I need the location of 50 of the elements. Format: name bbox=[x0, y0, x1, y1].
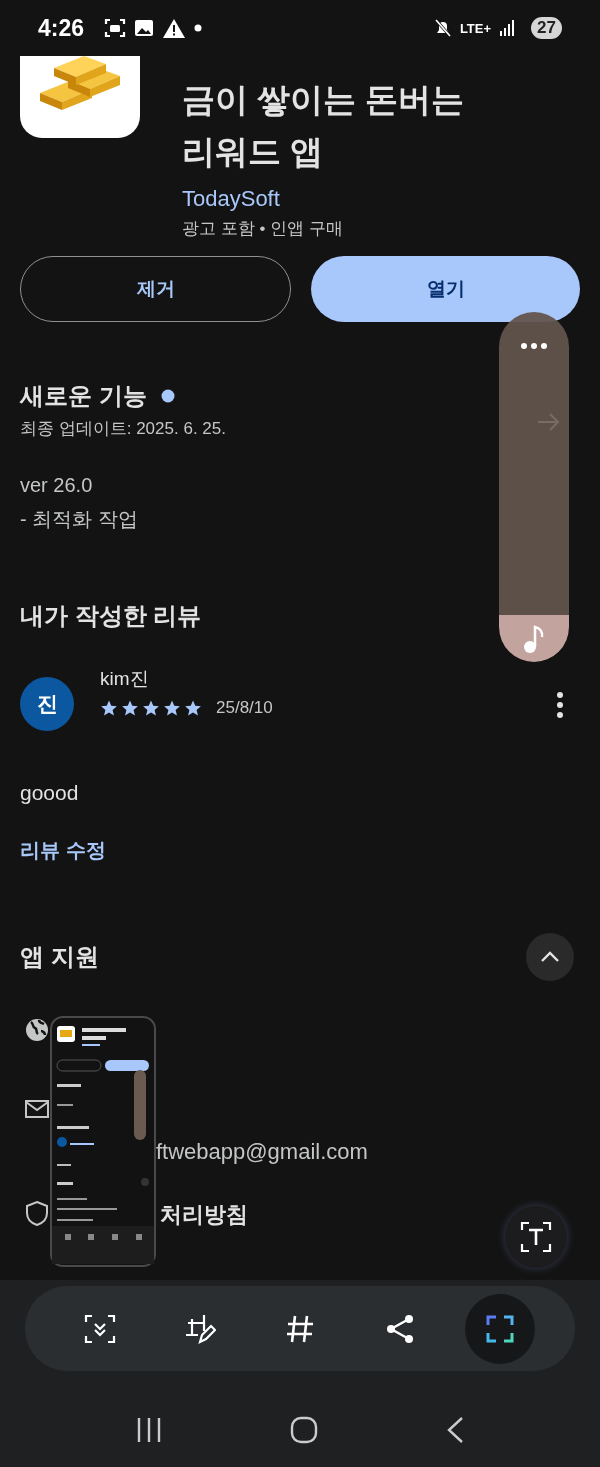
network-type: LTE+ bbox=[459, 21, 492, 35]
star-icon bbox=[100, 699, 118, 717]
music-note-icon bbox=[523, 623, 545, 654]
collapse-button[interactable] bbox=[526, 933, 574, 981]
globe-icon bbox=[24, 1017, 50, 1043]
text-scan-icon bbox=[520, 1221, 552, 1253]
capture-frame-icon bbox=[486, 1314, 514, 1343]
arrow-right-icon bbox=[537, 412, 561, 432]
text-extract-button[interactable] bbox=[505, 1206, 567, 1268]
star-icon bbox=[163, 699, 181, 717]
privacy-policy-link[interactable]: 처리방침 bbox=[160, 1200, 248, 1230]
reviewer-name: kim진 bbox=[100, 667, 150, 691]
app-info: 광고 포함 • 인앱 구매 bbox=[182, 218, 344, 240]
signal-icon bbox=[499, 20, 516, 36]
app-title: 금이 쌓이는 돈버는 리워드 앱 bbox=[182, 80, 465, 172]
open-button[interactable]: 열기 bbox=[311, 256, 580, 322]
dot-icon bbox=[194, 24, 203, 32]
back-icon[interactable] bbox=[446, 1416, 464, 1444]
scroll-capture-icon[interactable] bbox=[84, 1312, 116, 1345]
music-button[interactable] bbox=[499, 615, 569, 662]
clock: 4:26 bbox=[38, 14, 85, 42]
review-text: goood bbox=[20, 780, 80, 806]
developer-link[interactable]: TodaySoft bbox=[182, 184, 465, 214]
update-date: 최종 업데이트: 2025. 6. 25. bbox=[20, 418, 226, 440]
screenshot-preview[interactable] bbox=[50, 1016, 156, 1267]
chevron-up-icon bbox=[540, 951, 560, 963]
screenshot-icon bbox=[104, 17, 127, 39]
mute-icon bbox=[433, 18, 452, 38]
home-icon[interactable] bbox=[290, 1416, 318, 1444]
release-note: ver 26.0 bbox=[20, 473, 94, 498]
email-address[interactable]: ftwebapp@gmail.com bbox=[156, 1139, 368, 1165]
star-icon bbox=[184, 699, 202, 717]
star-icon bbox=[142, 699, 160, 717]
image-icon bbox=[134, 19, 155, 37]
section-heading: 내가 작성한 리뷰 bbox=[20, 601, 203, 631]
section-heading: 앱 지원 bbox=[20, 942, 99, 972]
star-icon bbox=[121, 699, 139, 717]
recent-apps-icon[interactable] bbox=[136, 1417, 162, 1443]
avatar: 진 bbox=[20, 677, 74, 731]
edit-review-link[interactable]: 리뷰 수정 bbox=[20, 835, 106, 865]
release-note: - 최적화 작업 bbox=[20, 507, 139, 532]
more-icon[interactable] bbox=[520, 342, 548, 350]
section-heading[interactable]: 새로운 기능 bbox=[20, 380, 580, 412]
warning-icon bbox=[162, 17, 187, 39]
shield-icon bbox=[24, 1200, 50, 1226]
battery-level: 27 bbox=[531, 17, 562, 39]
edit-icon[interactable] bbox=[184, 1312, 216, 1345]
review-date: 25/8/10 bbox=[216, 698, 273, 718]
more-icon[interactable] bbox=[556, 691, 564, 719]
share-icon[interactable] bbox=[384, 1312, 416, 1345]
